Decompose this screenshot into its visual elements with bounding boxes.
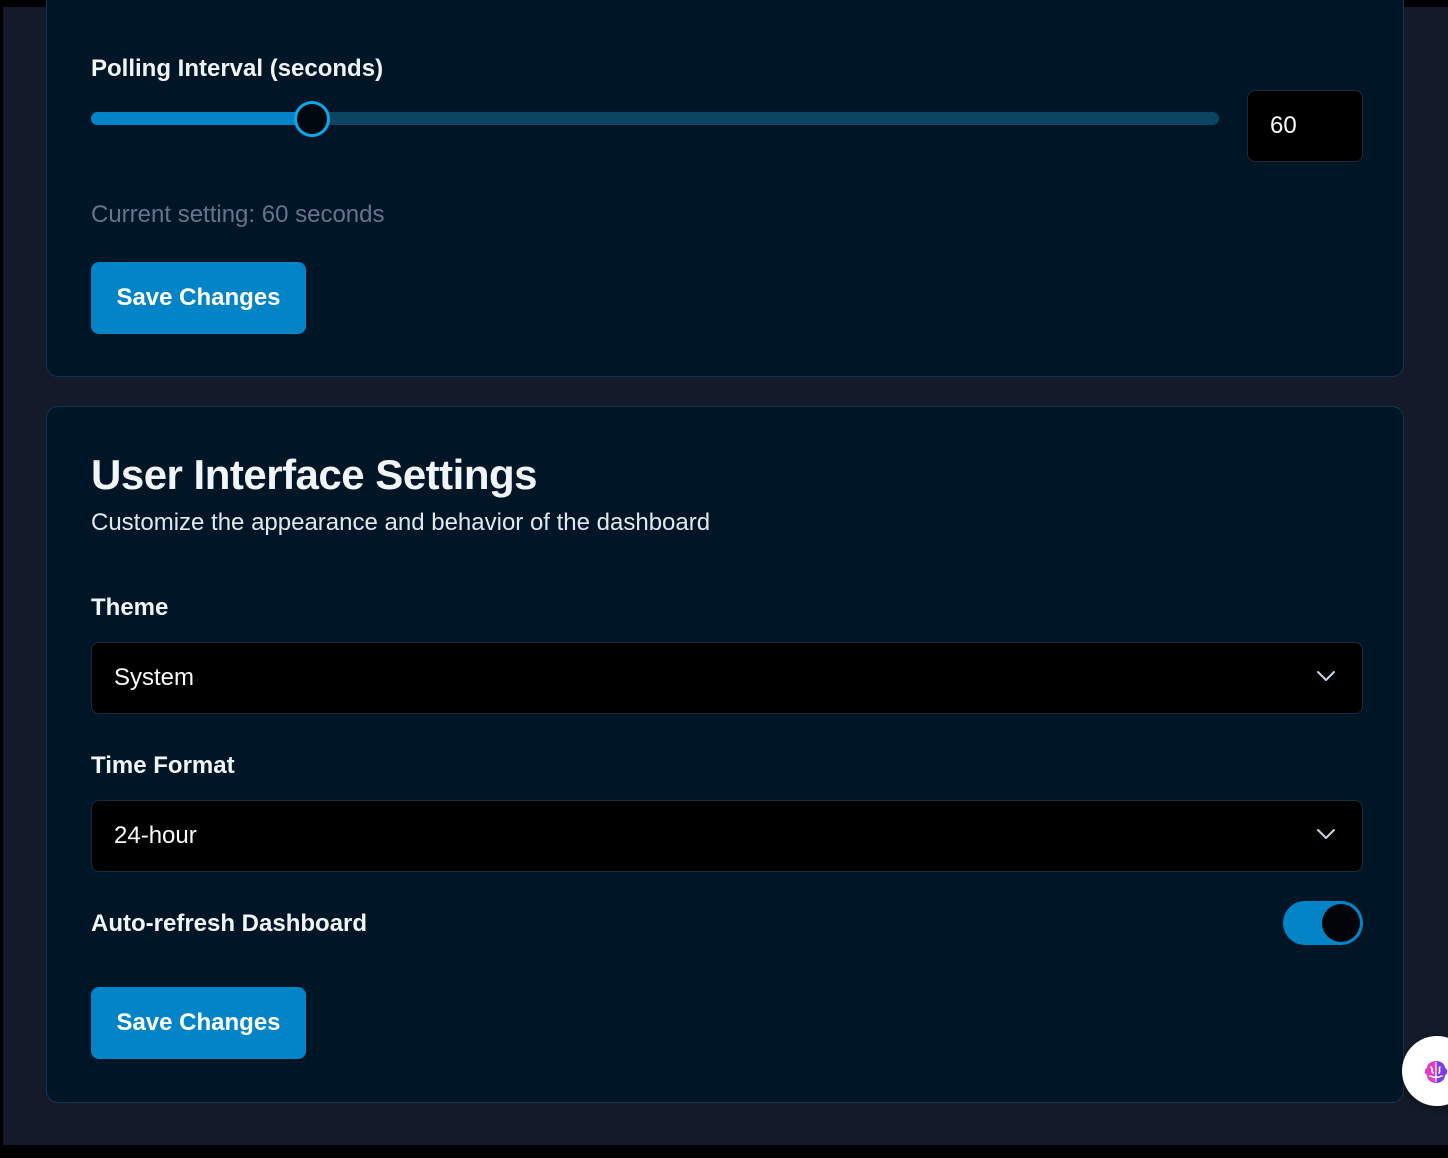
toggle-knob — [1322, 904, 1360, 942]
time-format-select[interactable]: 24-hour — [91, 800, 1363, 872]
slider-thumb[interactable] — [293, 101, 330, 137]
polling-interval-slider[interactable] — [91, 101, 1219, 137]
chevron-down-icon — [1317, 829, 1335, 839]
settings-page: Polling Interval (seconds) 60 Current se… — [3, 0, 1448, 1145]
polling-interval-label: Polling Interval (seconds) — [91, 55, 384, 82]
ui-settings-title: User Interface Settings — [91, 451, 538, 498]
chevron-down-icon — [1317, 671, 1335, 681]
theme-label: Theme — [91, 594, 169, 621]
slider-fill — [91, 112, 311, 125]
save-polling-button[interactable]: Save Changes — [91, 262, 306, 334]
ui-settings-subtitle: Customize the appearance and behavior of… — [91, 509, 711, 536]
theme-select-value: System — [114, 664, 195, 691]
ui-settings-card: User Interface Settings Customize the ap… — [46, 406, 1404, 1103]
current-setting-text: Current setting: 60 seconds — [91, 201, 385, 228]
time-format-label: Time Format — [91, 752, 235, 779]
theme-select[interactable]: System — [91, 642, 1363, 714]
time-format-select-value: 24-hour — [114, 822, 197, 849]
polling-interval-input[interactable]: 60 — [1247, 90, 1363, 162]
brain-icon — [1424, 1061, 1448, 1083]
save-ui-settings-button[interactable]: Save Changes — [91, 987, 306, 1059]
auto-refresh-toggle[interactable] — [1283, 901, 1363, 945]
auto-refresh-label: Auto-refresh Dashboard — [91, 910, 368, 937]
polling-settings-card: Polling Interval (seconds) 60 Current se… — [46, 0, 1404, 377]
